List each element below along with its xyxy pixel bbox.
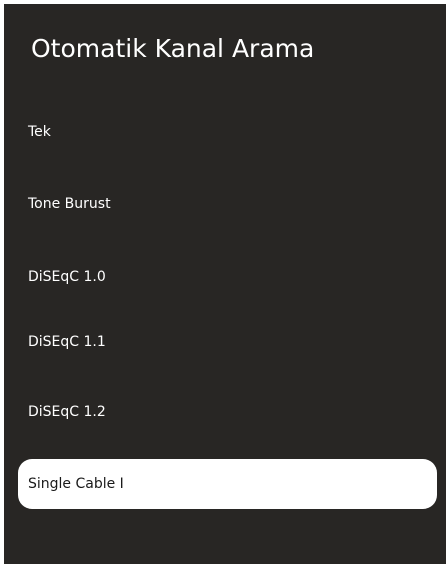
menu-item-tone-burust[interactable]: Tone Burust [18,179,437,229]
menu-item-label: DiSEqC 1.2 [28,404,106,420]
page-title: Otomatik Kanal Arama [31,34,315,63]
menu-item-diseqc-1-2[interactable]: DiSEqC 1.2 [18,387,437,437]
menu-item-diseqc-1-0[interactable]: DiSEqC 1.0 [18,252,437,302]
menu-item-label: DiSEqC 1.0 [28,269,106,285]
menu-item-label: Tek [28,124,51,140]
menu-item-tek[interactable]: Tek [18,107,437,157]
menu-item-label: DiSEqC 1.1 [28,334,106,350]
menu-item-label: Tone Burust [28,196,111,212]
menu-item-label: Single Cable I [28,476,124,492]
settings-panel: Otomatik Kanal Arama Tek Tone Burust DiS… [4,4,446,564]
menu-item-diseqc-1-1[interactable]: DiSEqC 1.1 [18,317,437,367]
menu-item-single-cable-i[interactable]: Single Cable I [18,459,437,509]
